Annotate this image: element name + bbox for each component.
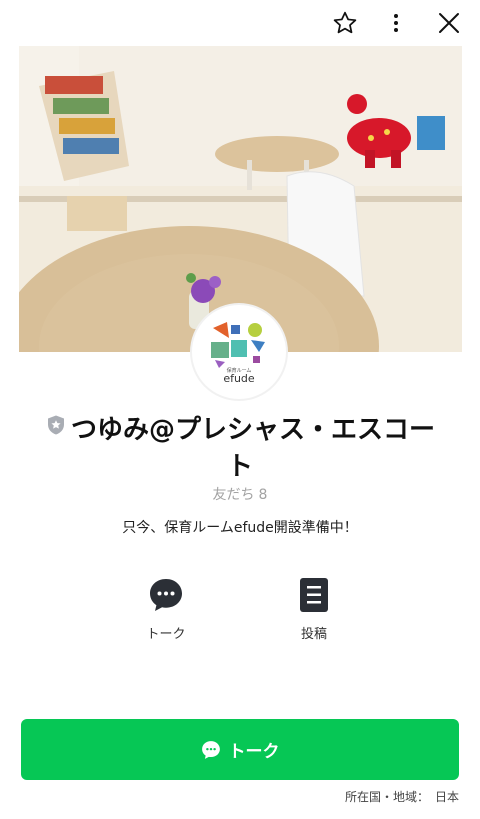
region-info: 所在国・地域： 日本 — [345, 788, 459, 805]
posts-action-label: 投稿 — [300, 627, 327, 642]
region-value: 日本 — [434, 790, 459, 804]
chat-bubble-icon — [150, 579, 182, 611]
efude-logo: 保育ルーム efude — [211, 322, 265, 385]
profile-avatar[interactable]: 保育ルーム efude — [192, 305, 286, 399]
more-vertical-icon — [394, 14, 398, 32]
talk-button-label: トーク — [228, 742, 280, 762]
talk-button[interactable]: トーク — [21, 719, 459, 780]
region-label: 所在国・地域： — [344, 790, 429, 804]
more-menu-button[interactable] — [377, 4, 415, 42]
friends-label: 友だち — [212, 487, 255, 503]
document-icon — [300, 578, 328, 612]
friends-count[interactable]: 友だち 8 — [0, 484, 480, 504]
top-bar — [0, 0, 480, 46]
account-name: つゆみ@プレシャス・エスコート — [70, 415, 435, 482]
close-icon — [439, 13, 459, 33]
chat-bubble-icon — [201, 740, 220, 759]
close-button[interactable] — [430, 4, 468, 42]
posts-action[interactable]: 投稿 — [274, 577, 354, 642]
star-outline-icon — [333, 11, 357, 34]
logo-text: efude — [223, 372, 255, 385]
talk-action-label: トーク — [146, 627, 186, 642]
verified-badge-icon — [45, 410, 67, 446]
profile-title: つゆみ@プレシャス・エスコート — [40, 412, 440, 485]
talk-action[interactable]: トーク — [126, 577, 206, 642]
favorite-button[interactable] — [326, 4, 364, 42]
status-message: 只今、保育ルームefude開設準備中！ — [122, 520, 358, 536]
friends-number: 8 — [258, 487, 268, 503]
